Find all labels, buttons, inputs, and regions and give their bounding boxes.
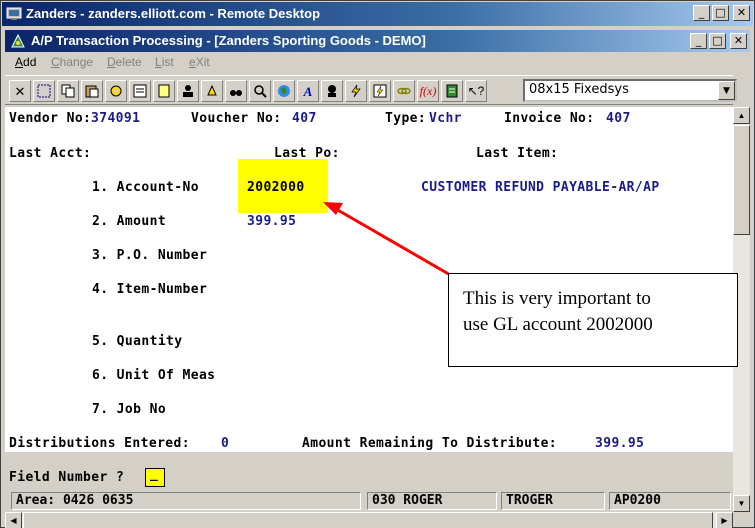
last-item-label: Last Item: <box>476 146 559 161</box>
remote-desktop-window: Zanders - zanders.elliott.com - Remote D… <box>0 0 755 528</box>
globe-icon[interactable] <box>273 80 295 102</box>
field-label: 6. Unit Of Meas <box>92 368 216 383</box>
scroll-up-icon[interactable]: ▲ <box>733 107 750 124</box>
prompt-label: Field Number ? <box>9 470 125 485</box>
status-user-name: TROGER <box>501 492 605 510</box>
account-description: CUSTOMER REFUND PAYABLE-AR/AP <box>421 180 660 195</box>
link-icon[interactable] <box>393 80 415 102</box>
field-label: 2. Amount <box>92 214 167 229</box>
note-icon[interactable] <box>153 80 175 102</box>
menu-delete[interactable]: Delete <box>107 55 142 69</box>
font-select[interactable]: 08x15 Fixedsys ▼ <box>523 79 737 102</box>
last-po-label: Last Po: <box>274 146 340 161</box>
account-no-value[interactable]: 2002000 <box>247 180 305 195</box>
remote-desktop-title: Zanders - zanders.elliott.com - Remote D… <box>26 6 321 21</box>
remote-desktop-titlebar[interactable]: Zanders - zanders.elliott.com - Remote D… <box>2 2 753 26</box>
user-help-icon[interactable] <box>321 80 343 102</box>
amount-value[interactable]: 399.95 <box>247 214 296 229</box>
rd-maximize-button[interactable]: □ <box>712 5 729 21</box>
menu-change[interactable]: Change <box>51 55 93 69</box>
prompt-cursor: _ <box>150 467 159 482</box>
remaining-value: 399.95 <box>595 436 645 451</box>
distributions-label: Distributions Entered: <box>9 436 190 451</box>
paste-icon[interactable] <box>81 80 103 102</box>
menu-add[interactable]: Add <box>15 55 36 69</box>
field-label: 3. P.O. Number <box>92 248 208 263</box>
scroll-right-icon[interactable]: ▶ <box>716 512 733 528</box>
vendor-value: 374091 <box>91 111 141 126</box>
annotation-line-1: This is very important to <box>463 288 651 309</box>
menu-list[interactable]: List <box>155 55 174 69</box>
scroll-down-icon[interactable]: ▼ <box>733 495 750 512</box>
chevron-down-icon[interactable]: ▼ <box>718 81 735 100</box>
font-select-value: 08x15 Fixedsys <box>529 82 629 97</box>
invoice-value: 407 <box>606 111 631 126</box>
properties-icon[interactable] <box>129 80 151 102</box>
search-icon[interactable] <box>249 80 271 102</box>
font-icon[interactable]: A <box>297 80 319 102</box>
vendor-label: Vendor No: <box>9 111 92 126</box>
annotation-line-2: use GL account 2002000 <box>463 314 653 335</box>
field-label: 4. Item-Number <box>92 282 208 297</box>
bell-icon[interactable] <box>201 80 223 102</box>
field-number-input[interactable]: _ <box>145 467 165 487</box>
lightning-alt-icon[interactable] <box>369 80 391 102</box>
function-icon[interactable]: f(x) <box>417 80 439 102</box>
field-label: 5. Quantity <box>92 334 183 349</box>
type-value: Vchr <box>429 111 462 126</box>
menu-exit[interactable]: eXit <box>189 55 210 69</box>
field-label: 7. Job No <box>92 402 167 417</box>
status-bar: Area: 0426 0635 030 ROGER TROGER AP0200 <box>5 490 733 512</box>
status-program: AP0200 <box>609 492 731 510</box>
invoice-label: Invoice No: <box>504 111 595 126</box>
app-maximize-button[interactable]: □ <box>709 33 726 49</box>
voucher-label: Voucher No: <box>191 111 282 126</box>
binoculars-icon[interactable] <box>225 80 247 102</box>
menu-bar: Add Change Delete List eXit <box>5 53 733 73</box>
remote-desktop-icon <box>6 7 22 20</box>
horizontal-scroll-thumb[interactable] <box>23 512 713 528</box>
database-icon[interactable] <box>441 80 463 102</box>
copy-icon[interactable] <box>57 80 79 102</box>
close-x-icon[interactable]: ✕ <box>9 80 31 102</box>
annotation-callout: This is very important to use GL account… <box>448 273 738 367</box>
help-pointer-icon[interactable]: ↖? <box>465 80 487 102</box>
rd-minimize-button[interactable]: _ <box>693 5 710 21</box>
remaining-label: Amount Remaining To Distribute: <box>302 436 558 451</box>
app-title: A/P Transaction Processing - [Zanders Sp… <box>31 33 426 48</box>
rd-close-button[interactable]: ✕ <box>733 5 750 21</box>
voucher-value: 407 <box>292 111 317 126</box>
field-label: 1. Account-No <box>92 180 199 195</box>
last-acct-label: Last Acct: <box>9 146 92 161</box>
prompt-line: Field Number ? _ <box>5 452 733 490</box>
distributions-value: 0 <box>221 436 230 451</box>
app-logo-icon <box>11 33 25 48</box>
select-icon[interactable] <box>33 80 55 102</box>
status-user-code: 030 ROGER <box>367 492 497 510</box>
app-minimize-button[interactable]: _ <box>690 33 707 49</box>
lightning-icon[interactable] <box>345 80 367 102</box>
vertical-scroll-thumb[interactable] <box>733 125 750 235</box>
scroll-left-icon[interactable]: ◀ <box>5 512 22 528</box>
toolbar: ✕ A f(x) ↖? 08x15 Fixedsys ▼ <box>5 75 737 105</box>
status-area: Area: 0426 0635 <box>11 492 361 510</box>
app-titlebar[interactable]: A/P Transaction Processing - [Zanders Sp… <box>5 30 750 52</box>
type-label: Type: <box>385 111 427 126</box>
horizontal-scrollbar[interactable]: ◀ ▶ <box>5 512 733 528</box>
user-icon[interactable] <box>177 80 199 102</box>
app-close-button[interactable]: ✕ <box>730 33 747 49</box>
gear-icon[interactable] <box>105 80 127 102</box>
